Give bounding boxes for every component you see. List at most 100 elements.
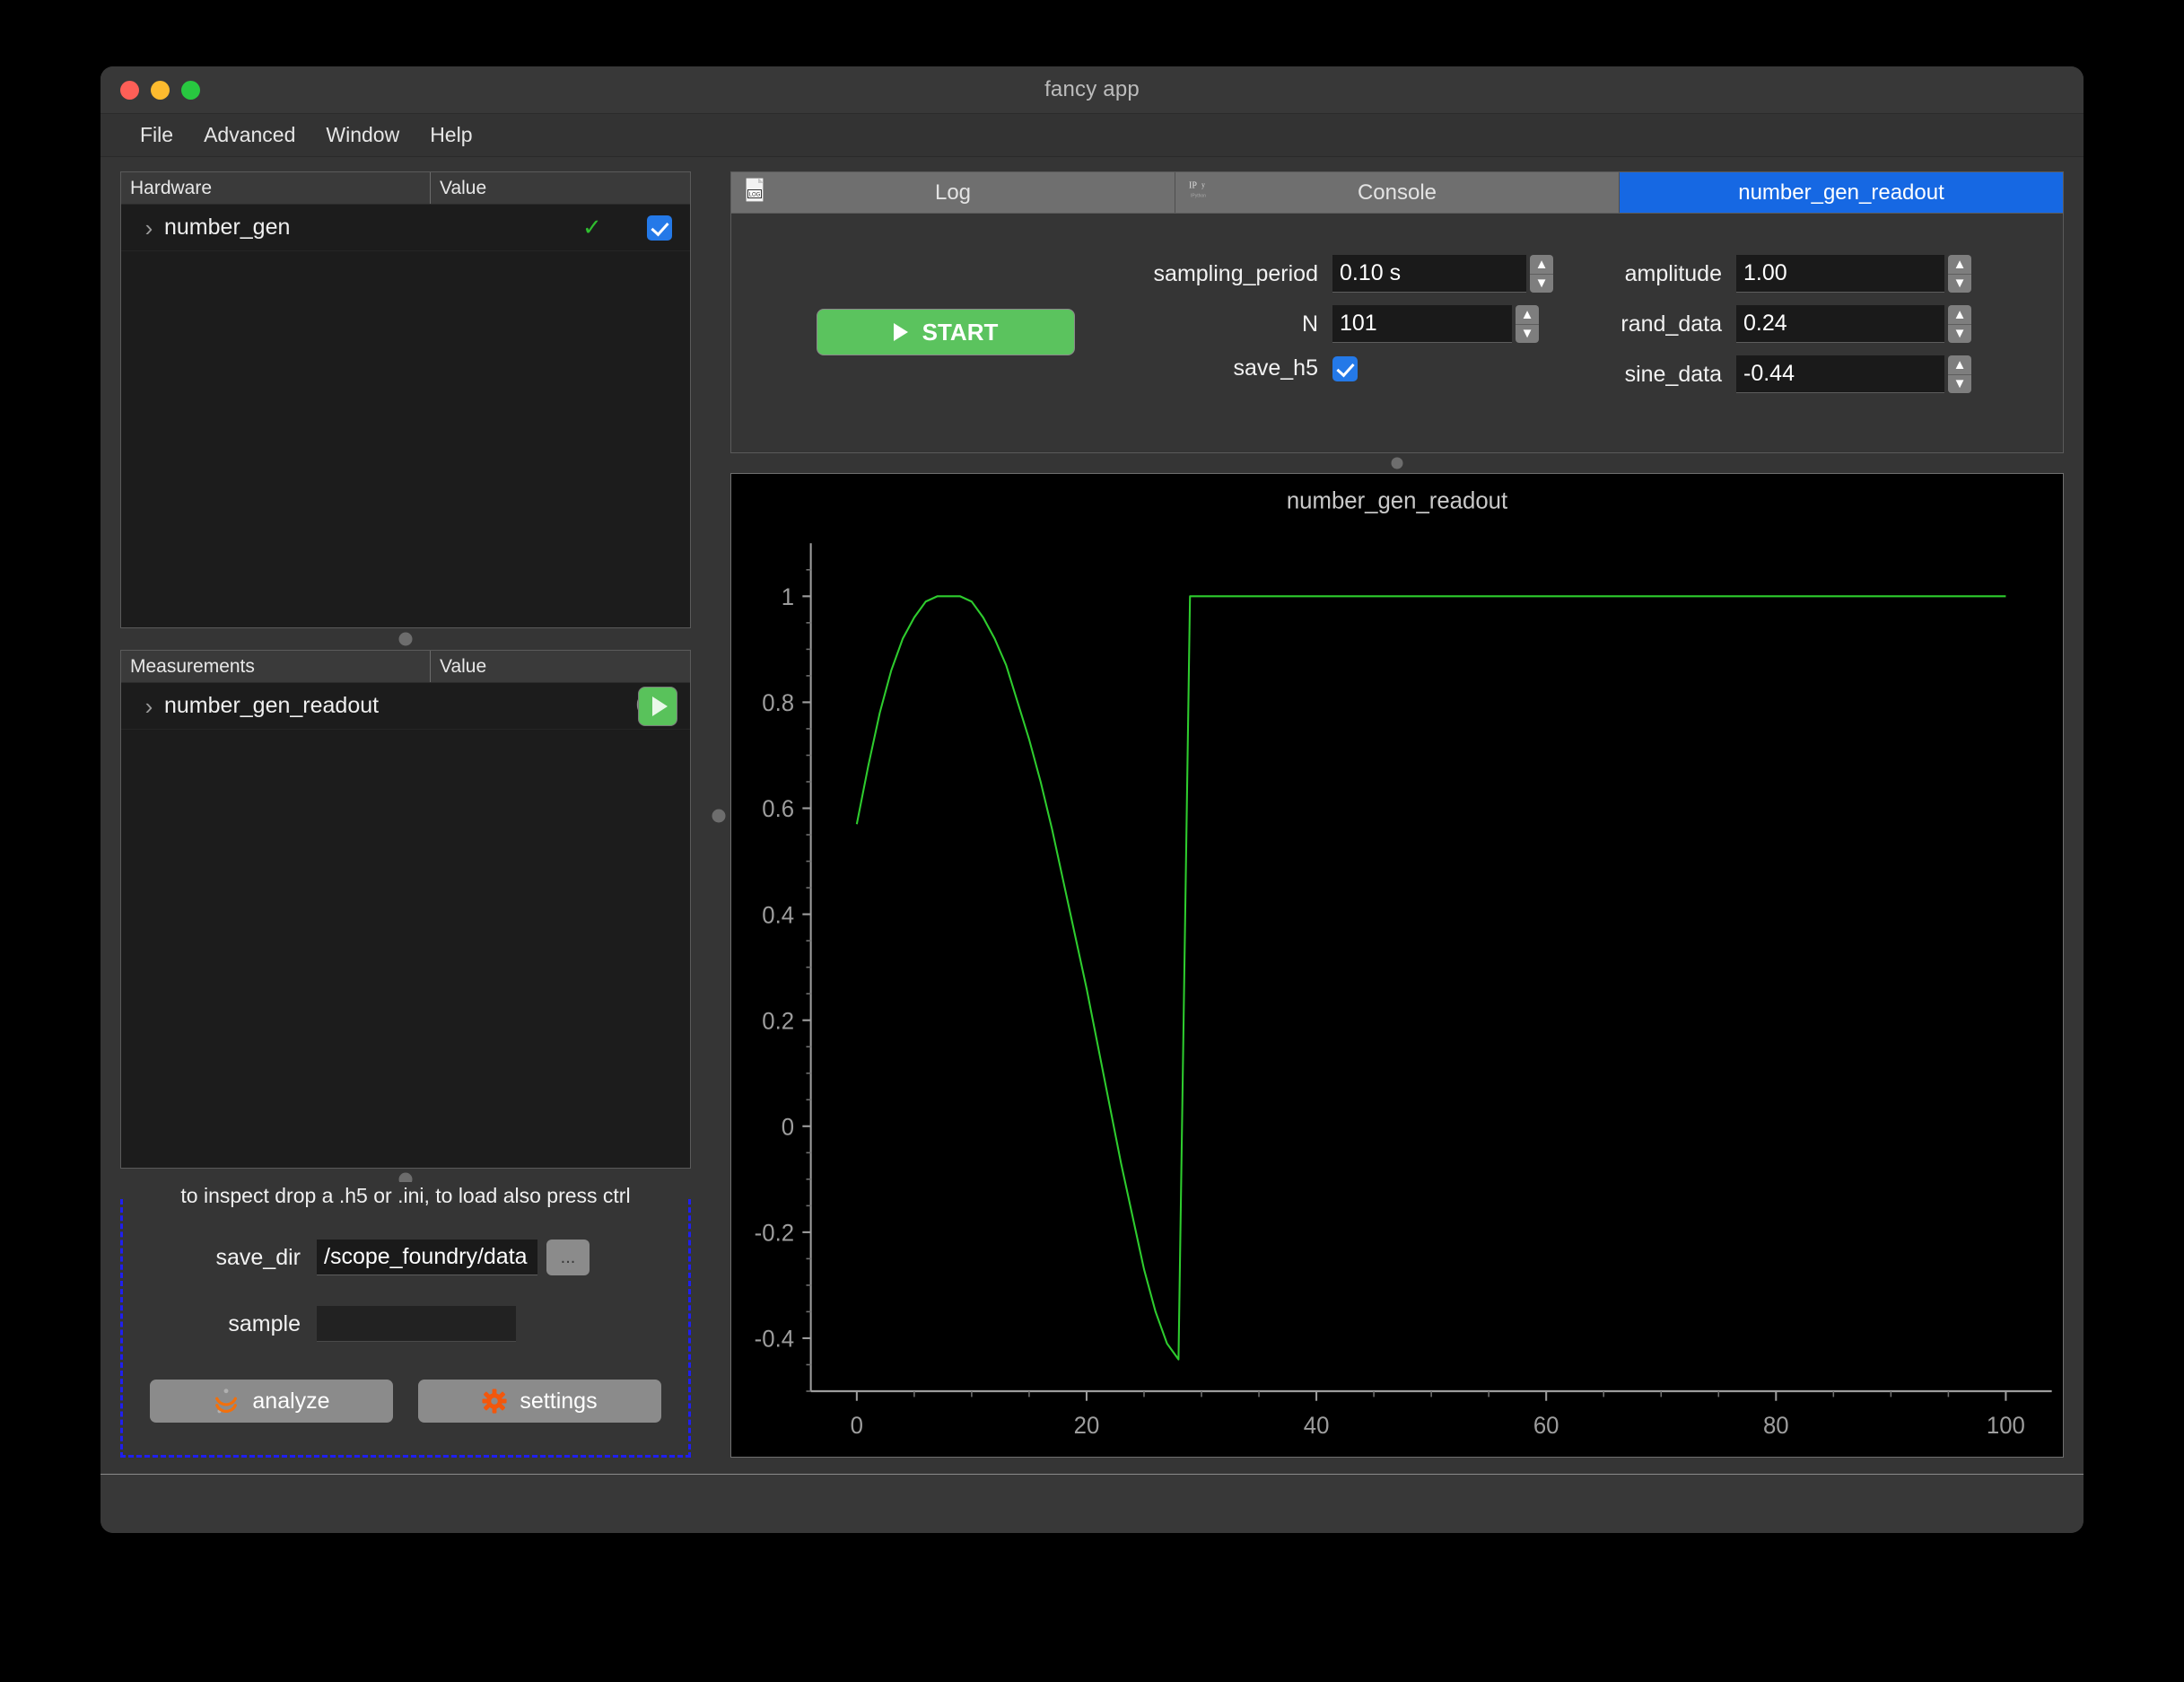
sampling-period-input[interactable]: [1332, 255, 1526, 293]
svg-text:LOG: LOG: [749, 192, 761, 197]
chevron-down-icon[interactable]: ▼: [1516, 325, 1539, 344]
svg-text:-0.4: -0.4: [755, 1325, 794, 1353]
status-bar: [100, 1474, 2084, 1533]
svg-text:0.8: 0.8: [762, 689, 794, 717]
svg-text:40: 40: [1304, 1412, 1330, 1440]
main-body: Hardware Value › number_gen ✓ Measuremen…: [100, 157, 2084, 1474]
svg-text:60: 60: [1533, 1412, 1559, 1440]
hardware-item-label: number_gen: [164, 215, 291, 240]
chevron-down-icon[interactable]: ▼: [1530, 275, 1553, 293]
settings-button[interactable]: settings: [418, 1380, 661, 1423]
chevron-up-icon[interactable]: ▲: [1948, 255, 1971, 275]
measurements-tree-header: Measurements Value: [121, 651, 690, 683]
svg-text:20: 20: [1074, 1412, 1100, 1440]
n-row: N ▲ ▼: [1139, 305, 1551, 343]
tab-console[interactable]: IP y IPython Console: [1175, 172, 1620, 213]
save-h5-row: save_h5: [1139, 355, 1551, 381]
drop-zone-buttons: analyze settings: [137, 1380, 674, 1423]
amplitude-label: amplitude: [1624, 260, 1722, 286]
sine-data-label: sine_data: [1624, 361, 1722, 387]
rand-data-label: rand_data: [1621, 311, 1722, 337]
log-document-icon: LOG: [744, 176, 767, 209]
menu-item-help[interactable]: Help: [417, 118, 485, 152]
menu-item-window[interactable]: Window: [313, 118, 412, 152]
chevron-up-icon[interactable]: ▲: [1948, 305, 1971, 325]
settings-column-left: sampling_period ▲ ▼ N ▲ ▼: [1139, 255, 1553, 381]
chevron-up-icon[interactable]: ▲: [1516, 305, 1539, 325]
tab-log-label: Log: [934, 180, 972, 205]
splitter-handle-main[interactable]: [707, 157, 730, 1474]
splitter-handle-hardware[interactable]: [120, 628, 691, 650]
measurement-item-label: number_gen_readout: [164, 693, 380, 718]
table-row[interactable]: › number_gen ✓: [121, 205, 690, 251]
chevron-down-icon[interactable]: ▼: [1948, 275, 1971, 293]
start-button-wrap: START: [753, 255, 1139, 355]
file-drop-zone[interactable]: to inspect drop a .h5 or .ini, to load a…: [120, 1182, 691, 1458]
start-button[interactable]: START: [817, 309, 1075, 355]
splitter-handle-plot[interactable]: [730, 453, 2064, 473]
svg-text:1: 1: [782, 583, 794, 611]
chevron-up-icon[interactable]: ▲: [1948, 355, 1971, 375]
play-icon: [893, 323, 908, 341]
amplitude-input[interactable]: [1736, 255, 1944, 293]
browse-save-dir-button[interactable]: ...: [546, 1240, 590, 1275]
sine-data-row: sine_data ▲ ▼: [1600, 355, 1986, 393]
sampling-period-spinner[interactable]: ▲ ▼: [1530, 255, 1553, 293]
analyze-button[interactable]: analyze: [150, 1380, 393, 1423]
svg-text:0: 0: [782, 1113, 794, 1141]
rand-data-spinner[interactable]: ▲ ▼: [1948, 305, 1971, 343]
tab-console-label: Console: [1357, 180, 1437, 205]
connected-check-icon: ✓: [582, 214, 602, 241]
sampling-period-row: sampling_period ▲ ▼: [1139, 255, 1553, 293]
right-panel: LOG Log IP y IPython Console number_gen_…: [730, 157, 2084, 1474]
hardware-column-value: Value: [430, 172, 690, 204]
chevron-down-icon[interactable]: ▼: [1948, 375, 1971, 394]
tab-log[interactable]: LOG Log: [731, 172, 1175, 213]
plot-trace: [855, 595, 2006, 1361]
amplitude-spinner[interactable]: ▲ ▼: [1948, 255, 1971, 293]
tab-bar: LOG Log IP y IPython Console number_gen_…: [730, 171, 2064, 213]
window-title: fancy app: [1044, 77, 1140, 101]
jupyter-icon: [213, 1388, 240, 1415]
drop-zone-hint: to inspect drop a .h5 or .ini, to load a…: [123, 1182, 688, 1210]
chevron-up-icon[interactable]: ▲: [1530, 255, 1553, 275]
measurement-settings-pane: START sampling_period ▲ ▼ N: [730, 213, 2064, 453]
chevron-down-icon[interactable]: ▼: [1948, 325, 1971, 344]
hardware-tree-header: Hardware Value: [121, 172, 690, 205]
sample-label: sample: [228, 1310, 301, 1336]
table-row[interactable]: › number_gen_readout 0%: [121, 683, 690, 730]
n-spinner[interactable]: ▲ ▼: [1516, 305, 1539, 343]
hardware-enable-checkbox[interactable]: [647, 215, 672, 241]
left-panel: Hardware Value › number_gen ✓ Measuremen…: [100, 157, 707, 1474]
plot-pane[interactable]: number_gen_readout 1 0.8 0.6 0.4 0.2 0 -0.2 -0.…: [730, 473, 2064, 1458]
settings-button-label: settings: [520, 1388, 598, 1414]
svg-text:0: 0: [851, 1412, 863, 1440]
plot-canvas[interactable]: number_gen_readout 1 0.8 0.6 0.4 0.2 0 -0.2 -0.…: [731, 474, 2063, 1457]
sample-row: sample: [137, 1306, 674, 1342]
settings-column-right: amplitude ▲ ▼ rand_data ▲ ▼: [1600, 255, 1986, 393]
sample-input[interactable]: [317, 1306, 516, 1342]
n-input[interactable]: [1332, 305, 1512, 343]
svg-text:0.2: 0.2: [762, 1007, 794, 1035]
tab-number-gen-readout[interactable]: number_gen_readout: [1620, 172, 2063, 213]
save-dir-input[interactable]: [317, 1240, 537, 1275]
chevron-right-icon[interactable]: ›: [134, 216, 164, 240]
rand-data-input[interactable]: [1736, 305, 1944, 343]
hardware-tree: Hardware Value › number_gen ✓: [120, 171, 691, 628]
tab-number-gen-readout-label: number_gen_readout: [1738, 180, 1944, 205]
save-dir-label: save_dir: [215, 1244, 301, 1270]
menu-item-file[interactable]: File: [127, 118, 186, 152]
run-measurement-button[interactable]: [638, 686, 677, 726]
sine-data-input[interactable]: [1736, 355, 1944, 393]
save-h5-label: save_h5: [1233, 355, 1318, 381]
chevron-right-icon[interactable]: ›: [134, 695, 164, 718]
menu-bar: File Advanced Window Help: [100, 114, 2084, 157]
start-button-label: START: [922, 318, 999, 346]
ipython-icon: IP y IPython: [1188, 178, 1215, 207]
save-h5-checkbox[interactable]: [1332, 355, 1358, 381]
svg-text:-0.2: -0.2: [755, 1219, 794, 1247]
svg-text:0.6: 0.6: [762, 795, 794, 823]
sine-data-spinner[interactable]: ▲ ▼: [1948, 355, 1971, 393]
menu-item-advanced[interactable]: Advanced: [191, 118, 308, 152]
svg-text:80: 80: [1763, 1412, 1789, 1440]
